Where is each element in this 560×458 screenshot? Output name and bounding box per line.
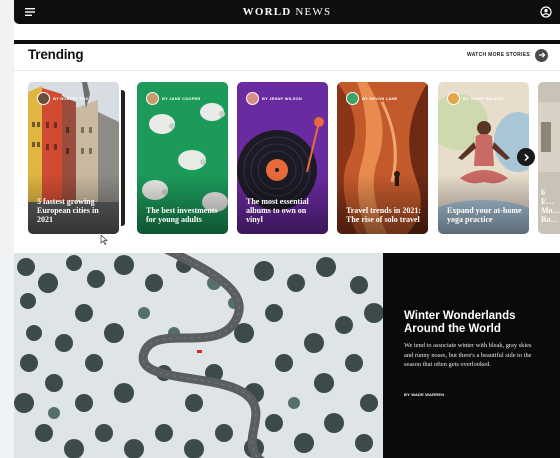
story-title: Expand your at-home yoga practice	[447, 206, 522, 224]
story-card[interactable]: BY DEVON LANE Travel trends in 2021: The…	[337, 82, 428, 234]
author-avatar	[447, 92, 460, 105]
section-rule	[14, 40, 560, 44]
card-byline: BY ROBERT FOX	[37, 92, 88, 105]
featured-title[interactable]: Winter Wonderlands Around the World	[404, 310, 544, 336]
featured-author: BY WADE WARREN	[404, 392, 445, 397]
user-icon[interactable]	[540, 6, 552, 18]
story-card[interactable]: BY JANE COOPER The best investments for …	[137, 82, 228, 234]
author-name: BY JENNY WILSON	[262, 96, 302, 101]
card-byline: BY DEVON LANE	[346, 92, 397, 105]
story-title: 6 E… Mo… Ro…	[541, 188, 560, 224]
author-avatar	[146, 92, 159, 105]
card-byline: BY JANE COOPER	[146, 92, 201, 105]
carousel-next-button[interactable]	[517, 148, 535, 166]
brand-logo[interactable]: WORLD NEWS	[14, 0, 560, 24]
trending-carousel: BY ROBERT FOX 5 fastest growing European…	[28, 82, 560, 245]
story-card[interactable]: 6 E… Mo… Ro…	[538, 82, 560, 234]
story-card[interactable]: BY ROBERT FOX 5 fastest growing European…	[28, 82, 119, 234]
story-card[interactable]: BY JENNY WILSON The most essential album…	[237, 82, 328, 234]
brand-logo-rest: NEWS	[291, 6, 332, 18]
chevron-right-icon	[523, 153, 529, 161]
card-stack-edge	[121, 90, 125, 226]
watch-more-button[interactable]: WATCH MORE STORIES	[467, 48, 548, 62]
author-name: BY JENNY WILSON	[463, 96, 503, 101]
card-shade	[438, 174, 529, 234]
featured-image	[14, 253, 383, 458]
story-title: 5 fastest growing European cities in 202…	[37, 197, 99, 224]
story-title: The most essential albums to own on viny…	[246, 197, 309, 224]
card-shade	[137, 174, 228, 234]
cursor-icon	[100, 235, 108, 245]
author-avatar	[346, 92, 359, 105]
featured-summary: We tend to associate winter with bleak, …	[404, 342, 532, 368]
author-name: BY DEVON LANE	[362, 96, 398, 101]
author-name: BY ROBERT FOX	[53, 96, 89, 101]
story-title: Travel trends in 2021: The rise of solo …	[346, 206, 422, 224]
brand-logo-bold: WORLD	[242, 6, 292, 18]
story-title: The best investments for young adults	[146, 206, 218, 224]
page: WORLD NEWS Trending WATCH MORE STORIES B…	[14, 0, 560, 458]
arrow-right-icon	[535, 48, 548, 62]
author-avatar	[37, 92, 50, 105]
trending-title: Trending	[28, 47, 84, 62]
watch-more-label: WATCH MORE STORIES	[467, 52, 530, 58]
card-byline: BY JENNY WILSON	[447, 92, 503, 105]
featured-story[interactable]: Winter Wonderlands Around the World We t…	[14, 253, 560, 458]
story-card[interactable]: BY JENNY WILSON Expand your at-home yoga…	[438, 82, 529, 234]
author-name: BY JANE COOPER	[162, 96, 201, 101]
card-shade	[337, 174, 428, 234]
top-bar: WORLD NEWS	[14, 0, 560, 24]
divider	[14, 70, 560, 71]
author-avatar	[246, 92, 259, 105]
card-byline: BY JENNY WILSON	[246, 92, 302, 105]
